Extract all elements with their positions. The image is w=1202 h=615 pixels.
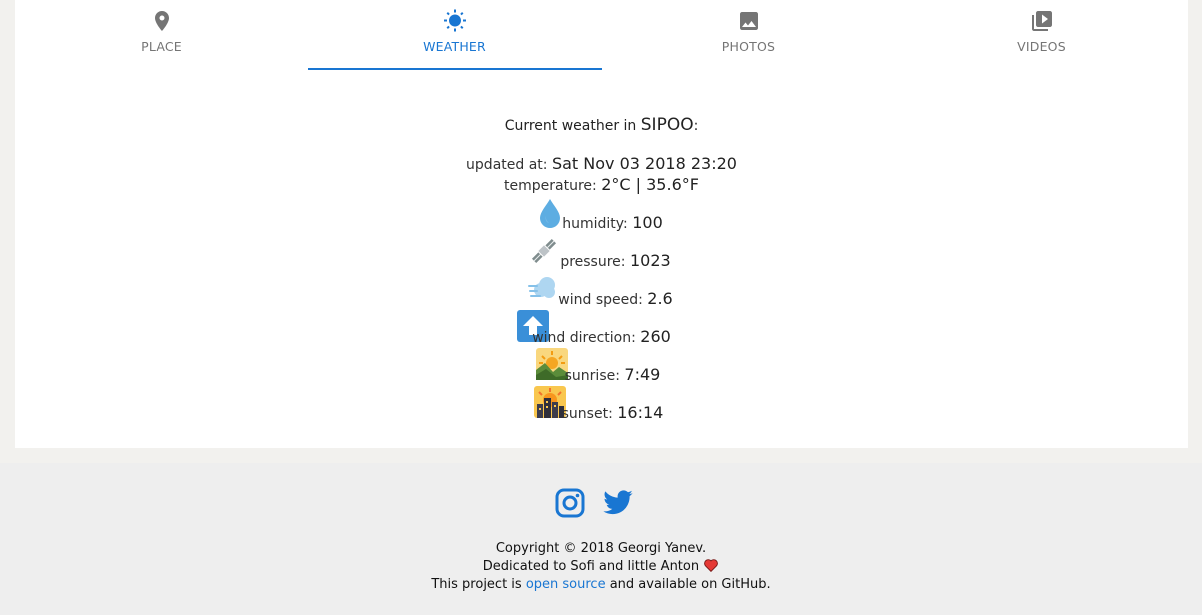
- sunset-row: sunset: 16:14: [15, 403, 1188, 422]
- temperature-row: temperature: 2°C | 35.6°F: [15, 175, 1188, 194]
- sunset-value: 16:14: [617, 403, 664, 422]
- copyright-text: Copyright © 2018 Georgi Yanev.: [495, 541, 707, 556]
- tab-place[interactable]: PLACE: [15, 0, 308, 72]
- project-suffix: and available on GitHub.: [605, 577, 771, 592]
- dedication-row: Dedicated to Sofi and little Anton: [0, 558, 1202, 576]
- wind-direction-row: wind direction: 260: [15, 327, 1188, 346]
- weather-heading-prefix: Current weather in: [504, 118, 641, 134]
- temperature-value: 2°C | 35.6°F: [601, 175, 699, 194]
- heart-icon: [703, 558, 719, 576]
- image-icon: [737, 9, 761, 33]
- humidity-row: humidity: 100: [15, 213, 1188, 232]
- wind-speed-value: 2.6: [647, 289, 673, 308]
- video-library-icon: [1030, 9, 1054, 33]
- weather-heading-suffix: :: [693, 118, 699, 134]
- temperature-label: temperature:: [504, 178, 602, 194]
- tab-bar: PLACE WEATHER PHOTOS VIDEOS: [15, 0, 1188, 72]
- project-prefix: This project is: [431, 577, 526, 592]
- project-row: This project is open source and availabl…: [0, 577, 1202, 592]
- sunrise-row: sunrise: 7:49: [15, 365, 1188, 384]
- twitter-icon[interactable]: [601, 487, 633, 519]
- tab-place-label: PLACE: [141, 39, 182, 54]
- sunset-label: sunset:: [561, 406, 618, 422]
- tab-active-indicator: [308, 68, 602, 70]
- open-source-link[interactable]: open source: [526, 577, 606, 592]
- weather-heading: Current weather in SIPOO:: [15, 115, 1188, 135]
- humidity-label: humidity:: [562, 216, 633, 232]
- instagram-icon[interactable]: [554, 487, 586, 519]
- map-pin-icon: [150, 9, 174, 33]
- tab-videos[interactable]: VIDEOS: [895, 0, 1188, 72]
- tab-weather-label: WEATHER: [423, 39, 486, 54]
- sun-icon: [443, 9, 467, 33]
- footer: [0, 463, 1202, 615]
- tab-videos-label: VIDEOS: [1017, 39, 1066, 54]
- weather-city: SIPOO: [640, 115, 694, 135]
- tab-weather[interactable]: WEATHER: [308, 0, 601, 72]
- updated-at-label: updated at:: [466, 157, 552, 173]
- tab-photos-label: PHOTOS: [721, 39, 776, 54]
- wind-speed-row: wind speed: 2.6: [15, 289, 1188, 308]
- updated-at-row: updated at: Sat Nov 03 2018 23:20: [15, 154, 1188, 173]
- pressure-value: 1023: [629, 251, 671, 270]
- sunrise-value: 7:49: [624, 365, 661, 384]
- pressure-row: pressure: 1023: [15, 251, 1188, 270]
- sunrise-label: sunrise:: [564, 368, 625, 384]
- tab-photos[interactable]: PHOTOS: [602, 0, 895, 72]
- updated-at-value: Sat Nov 03 2018 23:20: [551, 154, 737, 173]
- wind-direction-value: 260: [640, 327, 671, 346]
- wind-speed-label: wind speed:: [558, 292, 648, 308]
- humidity-value: 100: [632, 213, 663, 232]
- wind-direction-label: wind direction:: [532, 330, 641, 346]
- pressure-label: pressure:: [560, 254, 630, 270]
- dedication-text: Dedicated to Sofi and little Anton: [482, 559, 700, 574]
